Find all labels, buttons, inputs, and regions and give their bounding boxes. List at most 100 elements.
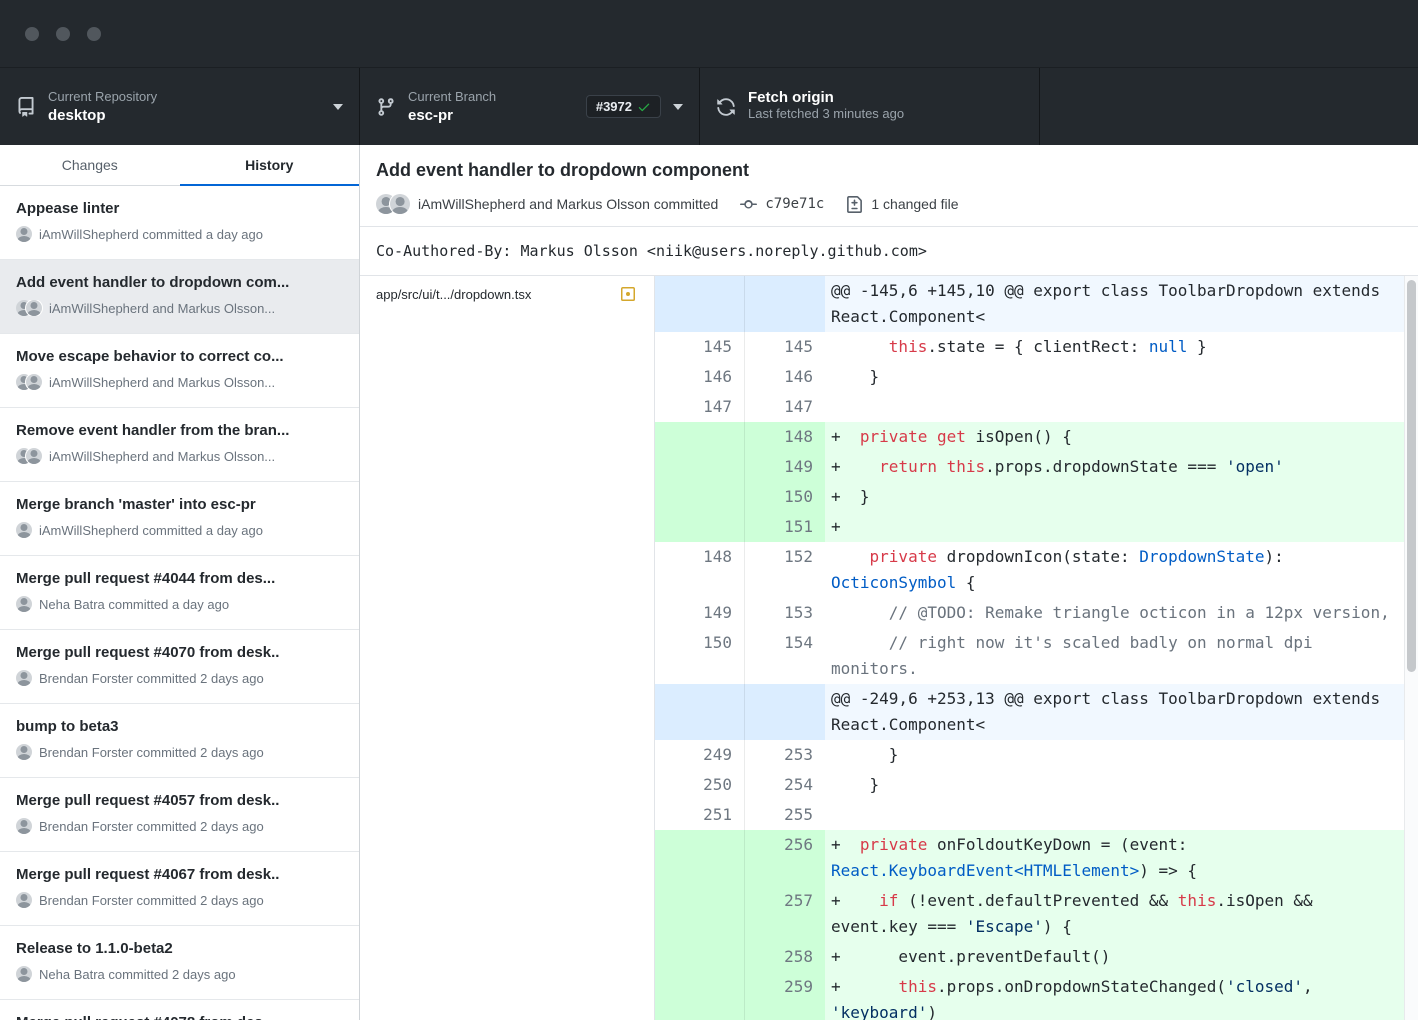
diff-old-line-number	[655, 276, 745, 332]
commit-meta-text: Neha Batra committed 2 days ago	[39, 967, 236, 982]
modified-status-icon	[620, 286, 636, 302]
git-branch-icon	[376, 97, 396, 117]
tab-history[interactable]: History	[180, 145, 360, 185]
minimize-window-button[interactable]	[56, 27, 70, 41]
diff-code	[825, 800, 1404, 830]
commit-list-item[interactable]: Remove event handler from the bran...iAm…	[0, 408, 359, 482]
commit-list-item[interactable]: Merge branch 'master' into esc-priAmWill…	[0, 482, 359, 556]
commit-meta-text: iAmWillShepherd and Markus Olsson...	[49, 449, 275, 464]
diff-scrollbar[interactable]	[1404, 276, 1418, 1020]
diff-code: + return this.props.dropdownState === 'o…	[825, 452, 1404, 482]
diff-line: 148+ private get isOpen() {	[655, 422, 1404, 452]
titlebar	[0, 0, 1418, 68]
diff-new-line-number	[745, 276, 825, 332]
commit-list-item[interactable]: Merge pull request #4070 from desk.. Bren…	[0, 630, 359, 704]
diff-old-line-number: 250	[655, 770, 745, 800]
diff-new-line-number: 258	[745, 942, 825, 972]
commit-meta-text: Brendan Forster committed 2 days ago	[39, 671, 264, 686]
avatar	[16, 966, 32, 982]
diff-new-line-number: 256	[745, 830, 825, 886]
toolbar: Current Repository desktop Current Branc…	[0, 68, 1418, 145]
avatar	[16, 670, 32, 686]
pr-number-badge: #3972	[586, 95, 661, 118]
commit-meta: Neha Batra committed 2 days ago	[16, 966, 343, 982]
diff-code: + private get isOpen() {	[825, 422, 1404, 452]
diff-line: 251255	[655, 800, 1404, 830]
tab-changes[interactable]: Changes	[0, 145, 180, 185]
diff-line: 146146 }	[655, 362, 1404, 392]
commit-meta-row: iAmWillShepherd and Markus Olsson commit…	[376, 194, 1402, 214]
file-diff-icon	[846, 196, 863, 213]
close-window-button[interactable]	[25, 27, 39, 41]
avatar	[16, 522, 32, 538]
commit-detail: Add event handler to dropdown component …	[360, 145, 1418, 1020]
changed-files-count: 1 changed file	[871, 196, 958, 212]
commit-list-item[interactable]: Appease linteriAmWillShepherd committed …	[0, 186, 359, 260]
avatar	[16, 596, 32, 612]
diff-new-line-number: 153	[745, 598, 825, 628]
current-branch-button[interactable]: Current Branch esc-pr #3972	[360, 68, 700, 145]
commit-meta: iAmWillShepherd committed a day ago	[16, 226, 343, 242]
diff-old-line-number	[655, 972, 745, 1020]
diff-code: + }	[825, 482, 1404, 512]
commit-meta: iAmWillShepherd and Markus Olsson...	[16, 374, 343, 390]
commit-meta-text: iAmWillShepherd and Markus Olsson...	[49, 375, 275, 390]
commit-list-item[interactable]: Merge pull request #4057 from desk.. Bren…	[0, 778, 359, 852]
diff-rows: @@ -145,6 +145,10 @@ export class Toolba…	[655, 276, 1404, 1020]
commit-sha: c79e71c	[765, 196, 824, 212]
commit-meta-text: Brendan Forster committed 2 days ago	[39, 745, 264, 760]
commit-list-item[interactable]: Merge pull request #4078 from des...	[0, 1000, 359, 1020]
diff-old-line-number	[655, 684, 745, 740]
file-list-item[interactable]: app/src/ui/t.../dropdown.tsx	[360, 276, 654, 312]
git-commit-icon	[740, 196, 757, 213]
diff-old-line-number: 146	[655, 362, 745, 392]
commit-meta-text: Brendan Forster committed 2 days ago	[39, 819, 264, 834]
commit-list-item[interactable]: bump to beta3 Brendan Forster committed 2…	[0, 704, 359, 778]
avatar	[16, 744, 32, 760]
commit-list-item[interactable]: Release to 1.1.0-beta2Neha Batra committ…	[0, 926, 359, 1000]
repo-icon	[16, 97, 36, 117]
commit-title: Merge pull request #4067 from desk..	[16, 865, 343, 885]
commit-list-item[interactable]: Move escape behavior to correct co...iAm…	[0, 334, 359, 408]
commit-title: Merge pull request #4078 from des...	[16, 1013, 343, 1020]
github-desktop-window: Current Repository desktop Current Branc…	[0, 0, 1418, 1020]
commit-header: Add event handler to dropdown component …	[360, 145, 1418, 227]
diff-line: 249253 }	[655, 740, 1404, 770]
avatar	[376, 194, 410, 214]
diff-line: 148152 private dropdownIcon(state: Dropd…	[655, 542, 1404, 598]
diff-new-line-number: 254	[745, 770, 825, 800]
diff-old-line-number: 149	[655, 598, 745, 628]
diff-new-line-number: 147	[745, 392, 825, 422]
avatar	[16, 448, 42, 464]
diff-new-line-number: 154	[745, 628, 825, 684]
diff-old-line-number: 251	[655, 800, 745, 830]
commit-list-item[interactable]: Merge pull request #4067 from desk..Bren…	[0, 852, 359, 926]
diff-old-line-number	[655, 512, 745, 542]
diff-old-line-number: 145	[655, 332, 745, 362]
pr-number: #3972	[596, 99, 632, 114]
fetch-origin-button[interactable]: Fetch origin Last fetched 3 minutes ago	[700, 68, 1040, 145]
commit-list-item[interactable]: Merge pull request #4044 from des...Neha…	[0, 556, 359, 630]
commit-meta: Brendan Forster committed 2 days ago	[16, 670, 343, 686]
diff-hunk-row: @@ -145,6 +145,10 @@ export class Toolba…	[655, 276, 1404, 332]
commit-title: Merge pull request #4070 from desk..	[16, 643, 343, 663]
diff-code: // @TODO: Remake triangle octicon in a 1…	[825, 598, 1404, 628]
zoom-window-button[interactable]	[87, 27, 101, 41]
diff-line: 150+ }	[655, 482, 1404, 512]
current-repository-button[interactable]: Current Repository desktop	[0, 68, 360, 145]
commit-title: Merge pull request #4057 from desk..	[16, 791, 343, 811]
diff-code: + private onFoldoutKeyDown = (event: Rea…	[825, 830, 1404, 886]
commit-list-item[interactable]: Add event handler to dropdown com...iAmW…	[0, 260, 359, 334]
scrollbar-thumb[interactable]	[1407, 280, 1416, 672]
diff-line: 149+ return this.props.dropdownState ===…	[655, 452, 1404, 482]
commit-meta-text: iAmWillShepherd and Markus Olsson...	[49, 301, 275, 316]
branch-label: Current Branch	[408, 89, 586, 104]
sidebar: Changes History Appease linteriAmWillShe…	[0, 145, 360, 1020]
diff-code: @@ -249,6 +253,13 @@ export class Toolba…	[825, 684, 1404, 740]
commit-meta: iAmWillShepherd and Markus Olsson...	[16, 448, 343, 464]
commit-title: bump to beta3	[16, 717, 343, 737]
diff-new-line-number: 148	[745, 422, 825, 452]
chevron-down-icon	[333, 104, 343, 110]
avatar	[16, 300, 42, 316]
repository-name: desktop	[48, 107, 333, 124]
